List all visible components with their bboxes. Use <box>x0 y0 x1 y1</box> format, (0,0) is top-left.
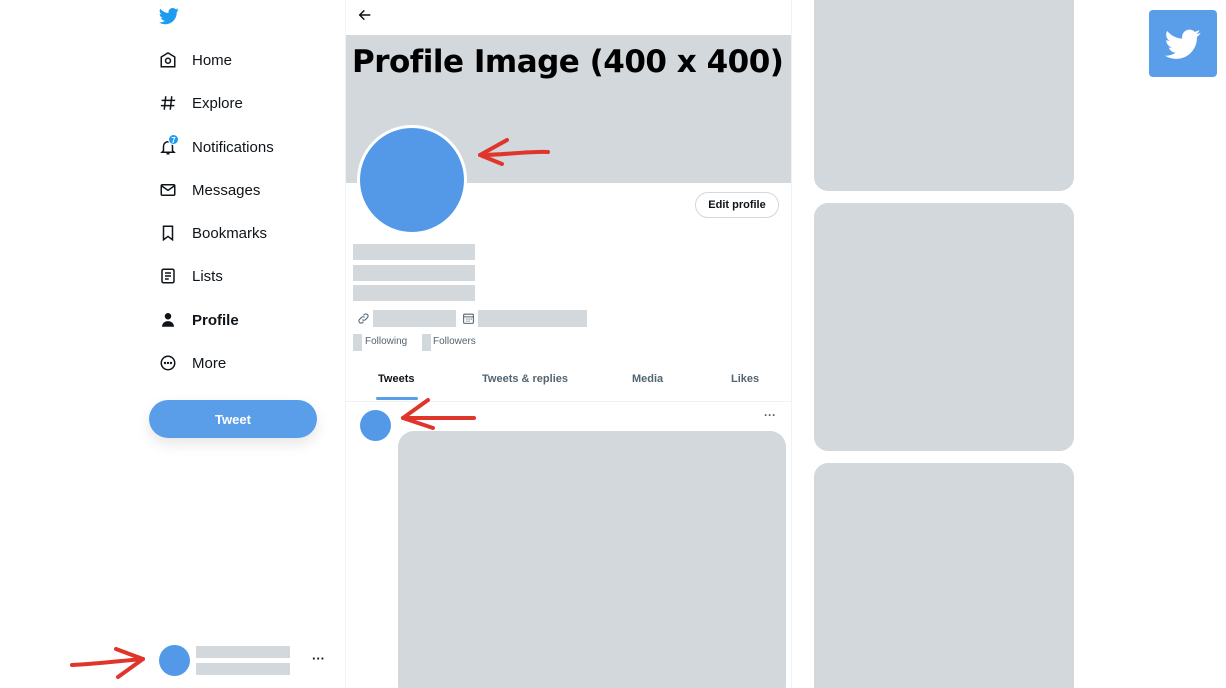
annotation-arrow-icon <box>478 138 550 166</box>
annotation-arrow-icon <box>401 398 476 430</box>
annotation-arrow-icon <box>70 647 145 679</box>
annotation-arrows <box>70 138 550 679</box>
twitter-brand-logo-icon <box>1149 10 1217 77</box>
